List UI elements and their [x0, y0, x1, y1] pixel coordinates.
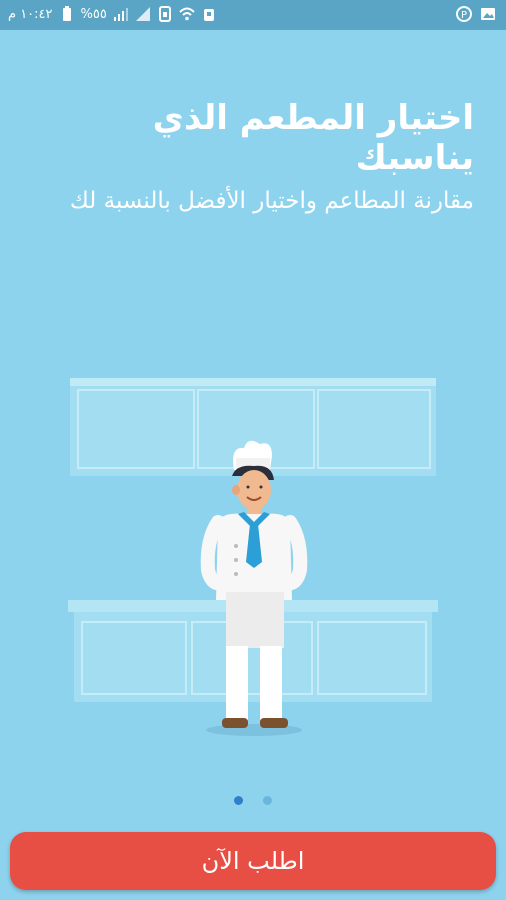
chef-shadow — [206, 724, 302, 736]
status-bar: ١٠:٤٢ م %٥٥ P — [0, 0, 506, 30]
image-icon — [481, 8, 495, 20]
page-dot-inactive[interactable] — [263, 796, 272, 805]
onboarding-title: اختيار المطعم الذي يناسبك — [152, 98, 474, 178]
sim-icon — [158, 6, 171, 22]
battery-icon — [62, 6, 71, 21]
onboarding-subtitle: مقارنة المطاعم واختيار الأفضل بالنسبة لك — [69, 188, 474, 214]
battery-percent: %٥٥ — [80, 6, 107, 22]
page-dot-active[interactable] — [234, 796, 243, 805]
android-icon — [203, 9, 214, 21]
svg-text:P: P — [461, 10, 467, 21]
status-right: P — [456, 6, 496, 22]
order-now-button[interactable]: اطلب الآن — [10, 832, 496, 890]
signal-icon — [113, 8, 128, 21]
wifi-icon — [179, 7, 195, 21]
pinterest-icon: P — [456, 6, 472, 22]
chef-in-kitchen-illustration — [68, 378, 438, 736]
page-indicator — [0, 796, 506, 808]
signal-icon — [135, 7, 150, 21]
status-left: ١٠:٤٢ م %٥٥ — [8, 6, 217, 22]
status-time: ١٠:٤٢ م — [8, 6, 53, 22]
